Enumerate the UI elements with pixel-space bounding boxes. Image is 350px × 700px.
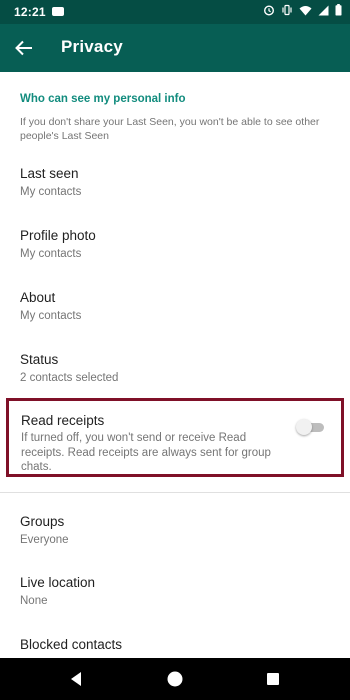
alarm-icon — [263, 5, 275, 16]
section-description: If you don't share your Last Seen, you w… — [20, 116, 320, 142]
section-header: Who can see my personal info — [20, 93, 186, 105]
setting-profile-photo[interactable]: Profile photo My contacts — [0, 228, 350, 288]
signal-icon — [318, 5, 329, 15]
navigation-bar — [0, 658, 350, 700]
app-bar: Privacy — [0, 24, 350, 72]
setting-value: My contacts — [20, 248, 82, 260]
setting-value: Everyone — [20, 534, 69, 546]
home-circle-icon — [167, 671, 183, 687]
setting-title: Last seen — [20, 166, 79, 181]
status-time: 12:21 — [14, 5, 46, 19]
setting-value: None — [20, 595, 48, 607]
toggle-thumb — [296, 419, 312, 435]
nav-recents-button[interactable] — [262, 668, 284, 690]
nav-home-button[interactable] — [164, 668, 186, 690]
back-arrow-icon — [15, 40, 32, 56]
back-button[interactable] — [12, 36, 36, 60]
setting-value: My contacts — [20, 186, 82, 198]
page-title: Privacy — [61, 37, 123, 56]
setting-live-location[interactable]: Live location None — [0, 575, 350, 635]
recents-square-icon — [267, 673, 279, 685]
setting-title: Groups — [20, 514, 65, 529]
setting-title: Read receipts — [21, 413, 105, 428]
read-receipts-toggle[interactable] — [296, 419, 324, 435]
nav-back-button[interactable] — [66, 668, 88, 690]
status-icons — [263, 4, 342, 16]
setting-value: 2 contacts selected — [20, 372, 119, 384]
section-divider — [0, 492, 350, 493]
setting-title: Live location — [20, 575, 96, 590]
vibrate-icon — [282, 4, 292, 16]
back-triangle-icon — [71, 672, 81, 686]
setting-title: Profile photo — [20, 228, 96, 243]
setting-title: Blocked contacts — [20, 637, 123, 652]
status-bar: 12:21 — [0, 0, 350, 24]
battery-icon — [335, 4, 342, 16]
setting-about[interactable]: About My contacts — [0, 290, 350, 350]
wifi-icon — [299, 5, 312, 15]
setting-last-seen[interactable]: Last seen My contacts — [0, 166, 350, 226]
setting-description: If turned off, you won't send or receive… — [21, 432, 271, 473]
setting-title: Status — [20, 352, 59, 367]
setting-value: My contacts — [20, 310, 82, 322]
setting-title: About — [20, 290, 56, 305]
setting-read-receipts[interactable]: Read receipts If turned off, you won't s… — [6, 398, 344, 477]
app-notification-icon — [52, 7, 64, 16]
setting-groups[interactable]: Groups Everyone — [0, 514, 350, 574]
